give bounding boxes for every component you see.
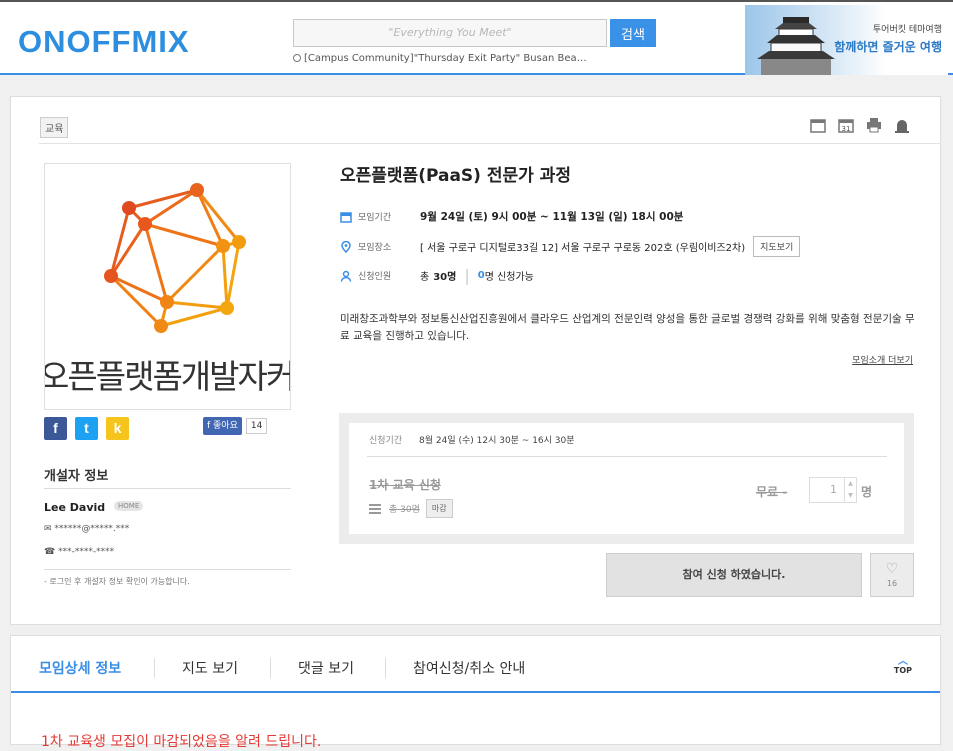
divider <box>44 488 291 489</box>
mail-icon: ✉ <box>44 524 55 534</box>
ad-line-2: 함께하면 즐거운 여행 <box>834 40 942 54</box>
calendar-31-icon[interactable]: 31 <box>838 117 854 133</box>
svg-text:31: 31 <box>842 125 851 133</box>
event-thumbnail: 오픈플랫폼개발자커뮤 <box>44 163 291 410</box>
divider <box>39 143 941 144</box>
calendar-icon <box>340 211 352 223</box>
detail-tabs-card: 모임상세 정보 지도 보기 댓글 보기 참여신청/취소 안내 ︿ TOP 1차 … <box>10 635 941 750</box>
capacity-total: 30명 <box>433 272 457 283</box>
search-suggestion[interactable]: [Campus Community]"Thursday Exit Party" … <box>293 53 587 64</box>
calendar-icon[interactable] <box>810 117 826 133</box>
print-icon[interactable] <box>866 117 882 133</box>
location-pin-icon <box>341 240 351 253</box>
registration-panel: 신청기간 8월 24일 (수) 12시 30분 ~ 16시 30분 1차 교육 … <box>349 423 904 534</box>
session-total: 총 30명 마감 <box>369 499 453 518</box>
tab-map[interactable]: 지도 보기 <box>182 658 238 678</box>
period-row: 모임기간 9월 24일 (토) 9시 00분 ~ 11월 13일 (일) 18시… <box>340 209 683 224</box>
site-logo[interactable]: ONOFFMIX <box>18 24 190 60</box>
list-icon <box>369 502 381 516</box>
chevron-up-icon: ︿ <box>897 656 908 667</box>
network-logo-image <box>104 183 246 333</box>
apply-button[interactable]: 참여 신청 하였습니다. <box>606 553 862 597</box>
registration-box: 신청기간 8월 24일 (수) 12시 30분 ~ 16시 30분 1차 교육 … <box>339 413 914 544</box>
ad-line-1: 투어버킷 테마여행 <box>872 25 942 35</box>
facebook-share-button[interactable]: f <box>44 417 67 440</box>
host-home-badge[interactable]: HOME <box>114 501 144 511</box>
top-label: TOP <box>893 666 912 675</box>
host-name: Lee David <box>44 501 106 514</box>
tab-separator <box>270 658 271 678</box>
like-count: 14 <box>245 418 268 434</box>
category-tag[interactable]: 교육 <box>40 117 69 138</box>
search-input[interactable]: "Everything You Meet" <box>293 19 607 47</box>
place-value: [ 서울 구로구 디지털로33길 12] 서울 구로구 구로동 202호 (우림… <box>420 243 746 254</box>
kakao-share-button[interactable]: k <box>106 417 129 440</box>
host-email: ✉ ******@*****.*** <box>44 524 129 534</box>
separator: | <box>464 266 470 285</box>
registration-period: 신청기간 8월 24일 (수) 12시 30분 ~ 16시 30분 <box>369 433 575 446</box>
closing-notice: 1차 교육생 모집이 마감되었음을 알려 드립니다. <box>41 734 322 750</box>
facebook-like-button[interactable]: f 좋아요 <box>203 417 242 435</box>
top-button[interactable]: ︿ TOP <box>893 656 912 676</box>
place-label: 모임장소 <box>358 243 392 253</box>
registration-period-value: 8월 24일 (수) 12시 30분 ~ 16시 30분 <box>419 436 575 446</box>
event-title: 오픈플랫폼(PaaS) 전문가 과정 <box>340 166 571 186</box>
facebook-like: f 좋아요 14 <box>203 417 268 435</box>
like-label: 좋아요 <box>213 421 238 431</box>
divider <box>367 456 887 457</box>
event-description: 미래창조과학부와 정보통신산업진흥원에서 클라우드 산업계의 전문인력 양성을 … <box>340 313 915 342</box>
event-card: 교육 31 오픈플랫폼개발자 f t k f 좋아요 14 개설자 정보 Lee… <box>10 96 941 625</box>
tab-separator <box>385 658 386 678</box>
map-view-button[interactable]: 지도보기 <box>753 236 801 257</box>
capacity-total-prefix: 총 <box>420 272 430 283</box>
period-label: 모임기간 <box>358 213 392 223</box>
session-total-text: 총 30명 <box>389 505 420 515</box>
quantity-unit: 명 <box>861 485 873 499</box>
search-icon <box>293 54 301 62</box>
search-button[interactable]: 검색 <box>610 19 656 47</box>
capacity-label: 신청인원 <box>358 272 392 282</box>
session-name: 1차 교육 신청 <box>369 478 441 492</box>
search-suggestion-text: [Campus Community]"Thursday Exit Party" … <box>304 53 587 64</box>
favorite-count: 16 <box>886 579 898 588</box>
report-icon[interactable] <box>894 117 910 133</box>
phone-icon: ☎ <box>44 547 59 557</box>
host-email-text: ******@*****.*** <box>54 524 130 534</box>
tool-icons: 31 <box>810 117 910 133</box>
host-section-title: 개설자 정보 <box>44 469 109 484</box>
top-bar: ONOFFMIX "Everything You Meet" 검색 [Campu… <box>0 0 953 75</box>
quantity-value: 1 <box>830 483 837 496</box>
tab-comments[interactable]: 댓글 보기 <box>298 658 354 678</box>
heart-icon: ♡ <box>885 561 899 577</box>
place-row: 모임장소 [ 서울 구로구 디지털로33길 12] 서울 구로구 구로동 202… <box>340 236 801 257</box>
registration-period-label: 신청기간 <box>369 436 403 446</box>
tab-bar: 모임상세 정보 지도 보기 댓글 보기 참여신청/취소 안내 ︿ TOP <box>11 636 940 693</box>
period-value: 9월 24일 (토) 9시 00분 ~ 11월 13일 (일) 18시 00분 <box>420 211 684 223</box>
capacity-row: 신청인원 총 30명 | 0 명 신청가능 <box>340 266 534 285</box>
host-note: - 로그인 후 개설자 정보 확인이 가능합니다. <box>44 577 190 586</box>
person-icon <box>340 270 352 282</box>
castle-image <box>757 17 835 75</box>
host-phone: ☎ ***-****-**** <box>44 547 114 557</box>
session-price: 무료 - <box>756 485 788 499</box>
tab-apply-cancel-guide[interactable]: 참여신청/취소 안내 <box>413 658 525 678</box>
twitter-share-button[interactable]: t <box>75 417 98 440</box>
spinner-arrows-icon[interactable]: ▲ ▼ <box>844 478 856 502</box>
ad-banner[interactable]: 투어버킷 테마여행 함께하면 즐거운 여행 <box>745 5 948 75</box>
closed-badge: 마감 <box>425 499 453 518</box>
capacity-available-text: 명 신청가능 <box>484 272 534 283</box>
thumbnail-caption: 오픈플랫폼개발자커뮤 <box>44 357 290 396</box>
favorite-button[interactable]: ♡ 16 <box>870 553 914 597</box>
tab-details[interactable]: 모임상세 정보 <box>39 658 121 678</box>
share-buttons: f t k <box>44 417 129 440</box>
host-phone-text: ***-****-**** <box>58 547 115 557</box>
tab-separator <box>154 658 155 678</box>
quantity-stepper[interactable]: 1 ▲ ▼ <box>809 477 857 503</box>
capacity-available-count: 0 <box>477 270 485 281</box>
more-intro-link[interactable]: 모임소개 더보기 <box>852 353 913 366</box>
divider <box>44 569 291 570</box>
